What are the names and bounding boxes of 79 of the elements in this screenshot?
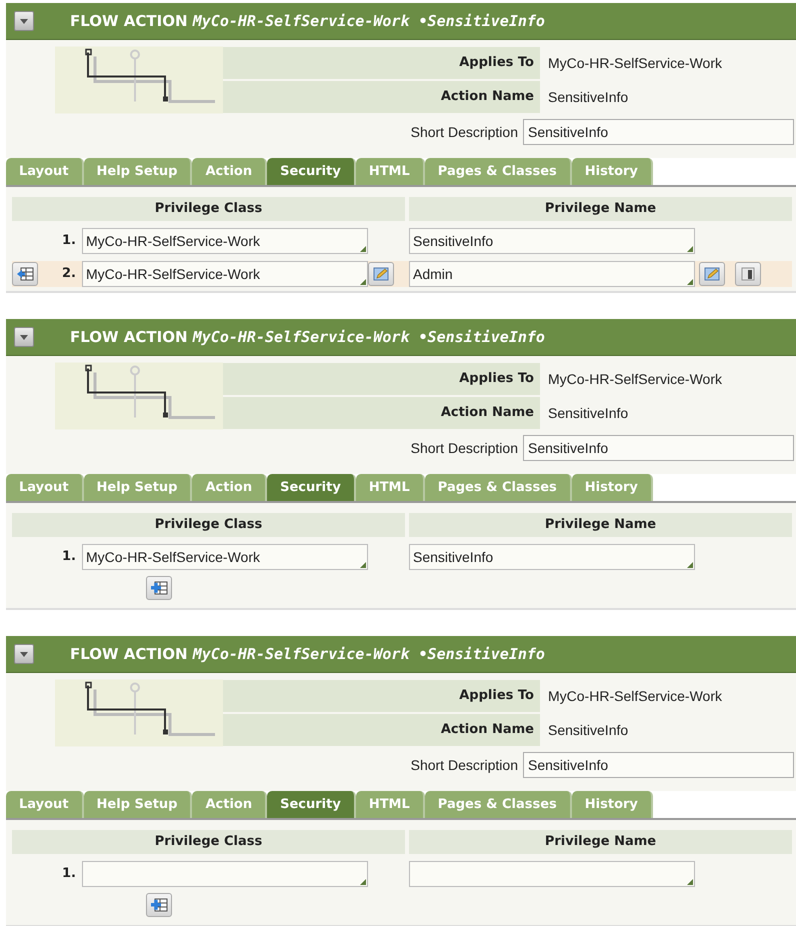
row-number: 1. xyxy=(61,232,77,250)
tab[interactable]: HTML xyxy=(356,158,425,185)
column-header: Privilege Name xyxy=(409,197,792,221)
field-label: Action Name xyxy=(223,714,540,746)
tab[interactable]: Security xyxy=(267,474,356,501)
field-value: MyCo-HR-SelfService-Work xyxy=(547,55,723,71)
edit-button[interactable] xyxy=(368,262,394,286)
row-number: 1. xyxy=(61,548,77,566)
tab[interactable]: History xyxy=(572,791,653,818)
tab[interactable]: Security xyxy=(267,791,356,818)
tab[interactable]: Pages & Classes xyxy=(424,791,572,818)
column-header: Privilege Class xyxy=(12,197,405,221)
collapse-button[interactable] xyxy=(14,327,34,347)
caret-icon xyxy=(20,334,28,340)
field-label: Action Name xyxy=(223,81,540,113)
insert-row-icon xyxy=(16,266,34,282)
text-input[interactable] xyxy=(409,861,695,887)
field-label: Short Description xyxy=(410,440,518,456)
pencil-icon xyxy=(372,266,390,282)
insert-row-button[interactable] xyxy=(12,262,38,286)
field-label: Short Description xyxy=(410,124,518,140)
tab[interactable]: History xyxy=(572,474,653,501)
tab[interactable]: Action xyxy=(192,158,268,185)
tab[interactable]: HTML xyxy=(356,791,425,818)
text-input[interactable]: MyCo-HR-SelfService-Work xyxy=(82,544,368,570)
panel-title: FLOW ACTION MyCo-HR-SelfService-Work •SensitiveInfo xyxy=(70,645,545,663)
text-input[interactable]: MyCo-HR-SelfService-Work xyxy=(82,228,368,254)
table-row[interactable]: 2. MyCo-HR-SelfService-Work Admin xyxy=(12,261,792,287)
column-header: Privilege Name xyxy=(409,513,792,537)
add-row-icon xyxy=(150,897,168,913)
text-input[interactable]: SensitiveInfo xyxy=(523,435,794,461)
field-label: Applies To xyxy=(223,47,540,79)
field-label: Action Name xyxy=(223,397,540,429)
field-value: SensitiveInfo xyxy=(547,89,630,105)
caret-icon xyxy=(20,652,28,656)
collapse-button[interactable] xyxy=(14,644,34,664)
column-header: Privilege Class xyxy=(12,830,405,854)
field-label: Applies To xyxy=(223,680,540,712)
row-number: 1. xyxy=(61,865,77,883)
panel-title: FLOW ACTION MyCo-HR-SelfService-Work •SensitiveInfo xyxy=(70,328,545,346)
tab[interactable]: Security xyxy=(267,158,356,185)
tab[interactable]: Help Setup xyxy=(84,158,192,185)
tab[interactable]: Pages & Classes xyxy=(424,158,572,185)
field-value: SensitiveInfo xyxy=(547,722,630,738)
caret-icon xyxy=(20,18,28,24)
row-number: 2. xyxy=(61,265,77,283)
edit-button[interactable] xyxy=(699,262,725,286)
tab[interactable]: Help Setup xyxy=(84,791,192,818)
tab[interactable]: Pages & Classes xyxy=(424,474,572,501)
add-row-button[interactable] xyxy=(146,576,172,600)
text-input[interactable]: SensitiveInfo xyxy=(409,228,695,254)
add-row-button[interactable] xyxy=(146,893,172,917)
text-input[interactable]: SensitiveInfo xyxy=(409,544,695,570)
field-label: Applies To xyxy=(223,363,540,395)
text-input[interactable] xyxy=(82,861,368,887)
tab[interactable]: Action xyxy=(192,474,268,501)
column-header: Privilege Name xyxy=(409,830,792,854)
pencil-icon xyxy=(703,266,721,282)
delete-row-icon xyxy=(739,266,757,282)
text-input[interactable]: SensitiveInfo xyxy=(523,119,794,145)
field-value: MyCo-HR-SelfService-Work xyxy=(547,688,723,704)
tab[interactable]: Layout xyxy=(6,791,84,818)
tab[interactable]: Help Setup xyxy=(84,474,192,501)
tab[interactable]: Action xyxy=(192,791,268,818)
panel-title: FLOW ACTION MyCo-HR-SelfService-Work •SensitiveInfo xyxy=(70,12,545,30)
collapse-button[interactable] xyxy=(14,11,34,31)
add-row-icon xyxy=(150,580,168,596)
tab[interactable]: History xyxy=(572,158,653,185)
delete-button[interactable] xyxy=(735,262,761,286)
field-value: SensitiveInfo xyxy=(547,405,630,421)
column-header: Privilege Class xyxy=(12,513,405,537)
text-input[interactable]: SensitiveInfo xyxy=(523,752,794,778)
field-label: Short Description xyxy=(410,757,518,773)
tab[interactable]: Layout xyxy=(6,158,84,185)
text-input[interactable]: MyCo-HR-SelfService-Work xyxy=(82,261,368,287)
tab[interactable]: HTML xyxy=(356,474,425,501)
tab[interactable]: Layout xyxy=(6,474,84,501)
text-input[interactable]: Admin xyxy=(409,261,695,287)
field-value: MyCo-HR-SelfService-Work xyxy=(547,371,723,387)
